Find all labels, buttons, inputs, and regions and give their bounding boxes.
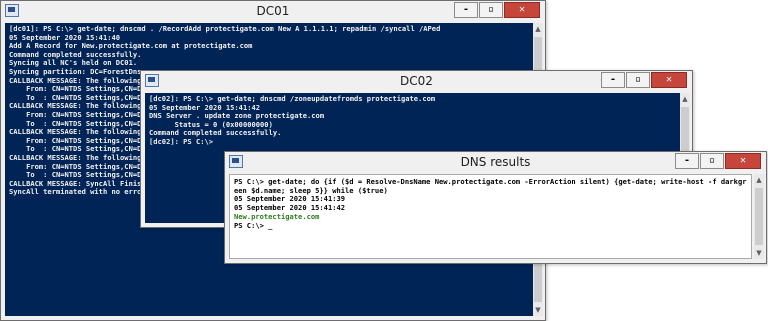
maximize-button[interactable]: ▫ xyxy=(700,153,724,169)
dc01-titlebar[interactable]: DC01 - ▫ ✕ xyxy=(1,1,545,23)
scroll-down-icon[interactable]: ▼ xyxy=(754,247,764,259)
close-button[interactable]: ✕ xyxy=(651,72,687,88)
maximize-button[interactable]: ▫ xyxy=(626,72,650,88)
maximize-button[interactable]: ▫ xyxy=(479,2,503,18)
scroll-up-icon[interactable]: ▲ xyxy=(533,23,543,35)
close-button[interactable]: ✕ xyxy=(504,2,540,18)
console-line: [dc02]: PS C:\> xyxy=(149,136,214,146)
dc02-titlebar[interactable]: DC02 - ▫ ✕ xyxy=(141,71,692,93)
console-line: New.protectigate.com xyxy=(234,211,320,221)
dns-scrollbar[interactable]: ▲ ▼ xyxy=(754,174,764,259)
scroll-thumb[interactable] xyxy=(755,188,763,245)
minimize-button[interactable]: - xyxy=(454,2,478,18)
console-line: PS C:\> _ xyxy=(234,220,273,230)
minimize-button[interactable]: - xyxy=(601,72,625,88)
dns-console[interactable]: PS C:\> get-date; do {if ($d = Resolve-D… xyxy=(229,174,752,259)
scroll-down-icon[interactable]: ▼ xyxy=(533,304,543,316)
scroll-up-icon[interactable]: ▲ xyxy=(680,93,690,105)
dns-titlebar[interactable]: DNS results - ▫ ✕ xyxy=(225,152,766,174)
minimize-button[interactable]: - xyxy=(675,153,699,169)
dns-results-window[interactable]: DNS results - ▫ ✕ PS C:\> get-date; do {… xyxy=(224,151,767,264)
close-button[interactable]: ✕ xyxy=(725,153,761,169)
scroll-up-icon[interactable]: ▲ xyxy=(754,174,764,186)
console-line: Command completed successfully. xyxy=(149,128,282,138)
